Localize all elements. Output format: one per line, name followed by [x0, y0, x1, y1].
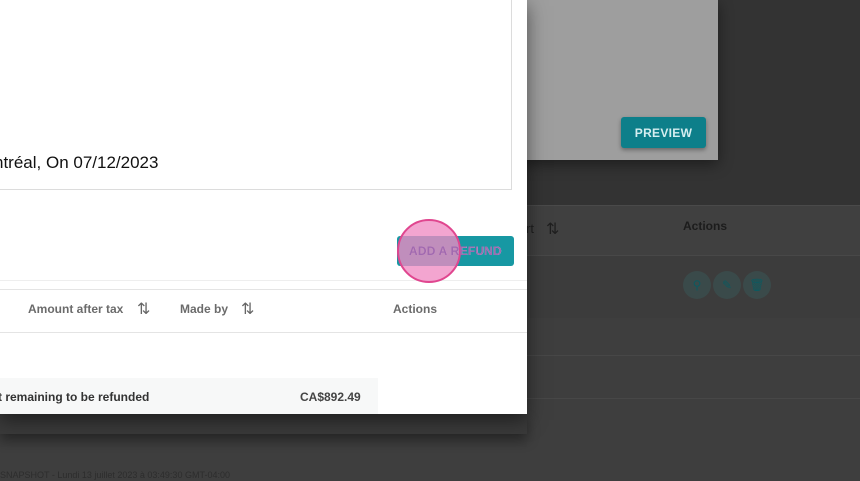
background-sort-icon[interactable]: ⇅: [546, 219, 560, 239]
signature-location-date: ntréal, On 07/12/2023: [0, 153, 159, 172]
total-remaining-label: t remaining to be refunded: [0, 390, 150, 404]
table-top-border: [0, 289, 527, 290]
sort-icon[interactable]: ⇅: [241, 299, 255, 319]
preview-button[interactable]: PREVIEW: [621, 117, 706, 148]
add-refund-button-label-overlay[interactable]: ADD A REFUND: [409, 244, 502, 258]
divider: [0, 280, 527, 281]
search-icon[interactable]: ⚲: [683, 271, 711, 299]
trash-icon[interactable]: 🗑: [743, 271, 771, 299]
total-remaining-value: CA$892.49: [300, 390, 361, 404]
background-actions-header: Actions: [683, 219, 728, 233]
dialog-shadow: [0, 414, 527, 434]
footer-snapshot-text: SNAPSHOT - Lundi 13 juillet 2023 à 03:49…: [0, 470, 230, 480]
background-row-divider: [520, 355, 860, 356]
column-header-actions: Actions: [393, 302, 438, 316]
column-header-made-by: Made by: [180, 302, 229, 316]
background-column-fragment: rt: [526, 221, 534, 236]
refund-dialog: ntréal, On 07/12/2023 ADD A REFUND Amoun…: [0, 0, 527, 414]
column-header-amount-after-tax: Amount after tax: [28, 302, 124, 316]
background-row-divider: [520, 398, 860, 399]
table-header-border: [0, 332, 527, 333]
edit-icon[interactable]: ✎: [713, 271, 741, 299]
sort-icon[interactable]: ⇅: [137, 299, 151, 319]
